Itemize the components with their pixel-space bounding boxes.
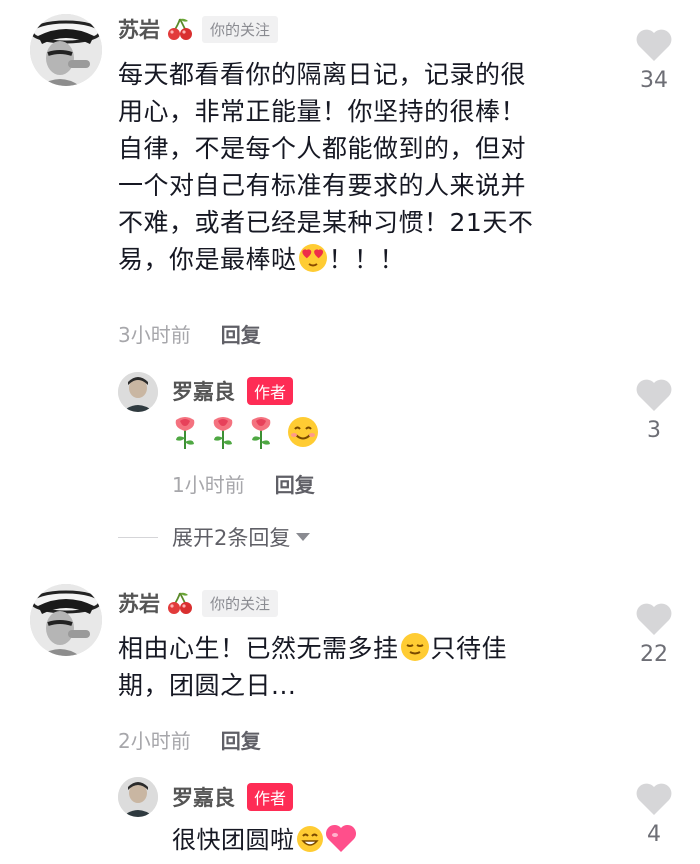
timestamp: 2小时前 xyxy=(118,728,191,753)
author-badge: 作者 xyxy=(247,783,294,811)
like-count: 22 xyxy=(640,642,668,667)
comment-text: 相由心生！已然无需多挂 只待佳 期，团圆之日... xyxy=(118,630,618,704)
reply-avatar[interactable] xyxy=(118,777,158,817)
avatar[interactable] xyxy=(30,584,102,656)
comment-meta: 2小时前 回复 xyxy=(118,722,261,756)
username[interactable]: 罗嘉良 xyxy=(172,782,235,812)
like-button[interactable]: 22 xyxy=(629,602,679,667)
reply-text: 很快团圆啦 xyxy=(172,822,357,859)
cherry-icon xyxy=(168,592,192,614)
comment-header: 苏岩 你的关注 xyxy=(118,586,279,620)
pink-heart-emoji xyxy=(325,824,356,852)
reply-header: 罗嘉良 作者 xyxy=(172,780,294,814)
username[interactable]: 苏岩 xyxy=(118,588,160,618)
like-count: 4 xyxy=(647,822,661,847)
heart-icon xyxy=(636,603,672,635)
following-badge: 你的关注 xyxy=(202,589,279,617)
comment-2: 苏岩 你的关注 相由心生！已然无需多挂 只待佳 期，团圆之日... 2小时前 回… xyxy=(0,0,700,864)
relieved-emoji xyxy=(400,633,429,661)
like-button[interactable]: 4 xyxy=(629,782,679,847)
grin-emoji xyxy=(296,826,323,852)
reply-button[interactable]: 回复 xyxy=(221,725,261,754)
heart-icon xyxy=(636,783,672,815)
